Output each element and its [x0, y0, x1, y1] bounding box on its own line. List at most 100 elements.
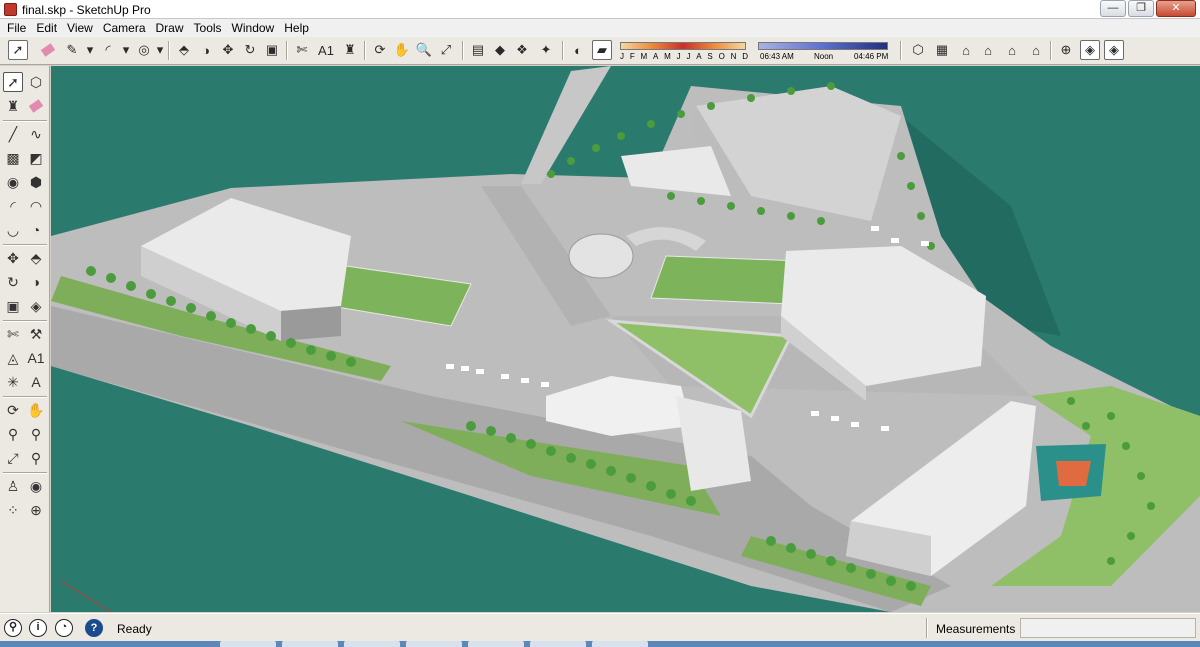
taskbar-app-6[interactable]: [530, 641, 586, 647]
month-gradient[interactable]: [620, 42, 746, 50]
tape-icon[interactable]: ✄: [292, 40, 312, 60]
shadow-month-slider[interactable]: J F M A M J J A S O N D: [620, 40, 748, 62]
user-account-icon[interactable]: ◔: [55, 619, 73, 637]
eraser-icon[interactable]: [38, 40, 58, 60]
circle-tool-icon[interactable]: ◉: [3, 172, 23, 192]
taskbar-app-4[interactable]: [406, 641, 462, 647]
components-icon[interactable]: ▤: [468, 40, 488, 60]
campus-model-render[interactable]: [51, 66, 1200, 612]
taskbar-app-7[interactable]: [592, 641, 648, 647]
pie-tool-icon[interactable]: ◔: [26, 220, 46, 240]
tape-measure-icon[interactable]: ✄: [3, 324, 23, 344]
taskbar-app-3[interactable]: [344, 641, 400, 647]
offset-tool-icon[interactable]: ◈: [26, 296, 46, 316]
menu-camera[interactable]: Camera: [98, 21, 151, 35]
shadow-time-slider[interactable]: 06:43 AM Noon 04:46 PM: [758, 40, 890, 62]
move-tool-icon[interactable]: ✥: [3, 248, 23, 268]
rotate-tool-icon[interactable]: ↻: [3, 272, 23, 292]
follow-me-icon[interactable]: ◑: [196, 40, 216, 60]
two-point-arc-icon[interactable]: ◠: [26, 196, 46, 216]
push-pull-icon[interactable]: ⬘: [174, 40, 194, 60]
paint-icon[interactable]: ♜: [340, 40, 360, 60]
rectangle-tool-icon[interactable]: ▩: [3, 148, 23, 168]
shape-dropdown-icon[interactable]: ▾: [150, 40, 170, 60]
zoom-tool-icon[interactable]: ⚲: [3, 424, 23, 444]
select-icon[interactable]: ➚: [8, 40, 28, 60]
dimension-tool-icon[interactable]: ⚒: [26, 324, 46, 344]
section-plane-tool-icon[interactable]: ⊕: [26, 500, 46, 520]
freehand-tool-icon[interactable]: ∿: [26, 124, 46, 144]
select-tool-icon[interactable]: ➚: [3, 72, 23, 92]
text-icon[interactable]: A1: [316, 40, 336, 60]
axes-tool-icon[interactable]: ✳: [3, 372, 23, 392]
menu-edit[interactable]: Edit: [31, 21, 62, 35]
3d-warehouse-icon[interactable]: ◆: [490, 40, 510, 60]
orbit-icon[interactable]: ⟳: [370, 40, 390, 60]
pan-tool-icon[interactable]: ✋: [26, 400, 46, 420]
pencil-icon[interactable]: ✎: [62, 40, 82, 60]
left-view-icon[interactable]: ⌂: [1026, 40, 1046, 60]
menu-draw[interactable]: Draw: [151, 21, 189, 35]
section-plane-icon[interactable]: ⊕: [1056, 40, 1076, 60]
eraser-tool-icon[interactable]: [26, 96, 46, 116]
back-view-icon[interactable]: ⌂: [1002, 40, 1022, 60]
push-pull-tool-icon[interactable]: ⬘: [26, 248, 46, 268]
minimize-button[interactable]: —: [1100, 0, 1126, 17]
iso-view-icon[interactable]: ⬡: [908, 40, 928, 60]
pan-icon[interactable]: ✋: [392, 40, 412, 60]
share-model-icon[interactable]: ❖: [512, 40, 532, 60]
title-bar: final.skp - SketchUp Pro — ❐ ✕: [0, 0, 1200, 19]
help-icon[interactable]: ?: [85, 619, 103, 637]
look-around-icon[interactable]: ◉: [26, 476, 46, 496]
three-point-arc-icon[interactable]: ◡: [3, 220, 23, 240]
shadows-toggle-icon[interactable]: ◐: [568, 40, 588, 60]
right-view-icon[interactable]: ⌂: [978, 40, 998, 60]
close-button[interactable]: ✕: [1156, 0, 1196, 17]
polygon-tool-icon[interactable]: ⬢: [26, 172, 46, 192]
zoom-extents-icon[interactable]: ⤢: [436, 40, 456, 60]
position-camera-icon[interactable]: ♙: [3, 476, 23, 496]
geo-location-icon[interactable]: ⚲: [4, 619, 22, 637]
text-tool-icon[interactable]: A1: [26, 348, 46, 368]
menu-file[interactable]: File: [2, 21, 31, 35]
protractor-icon[interactable]: ◬: [3, 348, 23, 368]
arc-icon[interactable]: ◜: [98, 40, 118, 60]
scale-icon[interactable]: ▣: [262, 40, 282, 60]
time-gradient[interactable]: [758, 42, 888, 50]
taskbar-app-2[interactable]: [282, 641, 338, 647]
taskbar-app-1[interactable]: [220, 641, 276, 647]
top-view-icon[interactable]: ▦: [932, 40, 952, 60]
xray-style-icon[interactable]: ◈: [1080, 40, 1100, 60]
move-icon[interactable]: ✥: [218, 40, 238, 60]
menu-tools[interactable]: Tools: [189, 21, 227, 35]
zoom-icon[interactable]: 🔍: [414, 40, 434, 60]
line-tool-icon[interactable]: ╱: [3, 124, 23, 144]
measurements-input[interactable]: [1020, 618, 1196, 638]
credits-icon[interactable]: i: [29, 619, 47, 637]
rotated-rectangle-icon[interactable]: ◩: [26, 148, 46, 168]
maximize-button[interactable]: ❐: [1128, 0, 1154, 17]
arc-tool-icon[interactable]: ◜: [3, 196, 23, 216]
arc-dropdown-icon[interactable]: ▾: [116, 40, 136, 60]
zoom-window-icon[interactable]: ⚲: [26, 424, 46, 444]
menu-window[interactable]: Window: [227, 21, 280, 35]
follow-me-tool-icon[interactable]: ◑: [26, 272, 46, 292]
make-component-icon[interactable]: ⬡: [26, 72, 46, 92]
extension-icon[interactable]: ✦: [536, 40, 556, 60]
orbit-tool-icon[interactable]: ⟳: [3, 400, 23, 420]
previous-view-icon[interactable]: ⚲: [26, 448, 46, 468]
rotate-icon[interactable]: ↻: [240, 40, 260, 60]
3d-text-icon[interactable]: A: [26, 372, 46, 392]
front-view-icon[interactable]: ⌂: [956, 40, 976, 60]
taskbar-app-5[interactable]: [468, 641, 524, 647]
zoom-extents-tool-icon[interactable]: ⤢: [3, 448, 23, 468]
fog-toggle-icon[interactable]: ▰: [592, 40, 612, 60]
menu-view[interactable]: View: [62, 21, 98, 35]
shaded-style-icon[interactable]: ◈: [1104, 40, 1124, 60]
menu-help[interactable]: Help: [279, 21, 314, 35]
model-viewport[interactable]: [51, 66, 1200, 612]
scale-tool-icon[interactable]: ▣: [3, 296, 23, 316]
walk-tool-icon[interactable]: ⁘: [3, 500, 23, 520]
pencil-dropdown-icon[interactable]: ▾: [80, 40, 100, 60]
paint-bucket-icon[interactable]: ♜: [3, 96, 23, 116]
